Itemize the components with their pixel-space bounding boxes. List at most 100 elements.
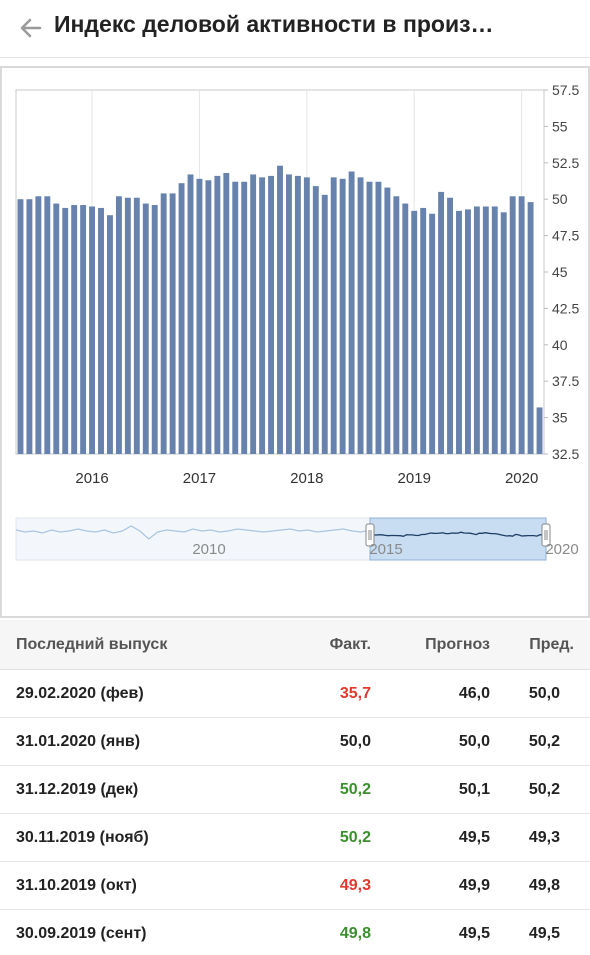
bar (312, 186, 319, 454)
bar (277, 165, 283, 454)
table-row[interactable]: 30.11.2019 (нояб) 50,2 49,5 49,3 (0, 814, 590, 862)
release-date: 31.10.2019 (окт) (16, 877, 137, 894)
table-row[interactable]: 31.10.2019 (окт) 49,3 49,9 49,8 (0, 862, 590, 910)
bar (196, 178, 203, 454)
previous-value: 49,5 (528, 925, 560, 942)
navigator-label: 2020 (545, 541, 578, 558)
bar (491, 206, 498, 454)
bar (178, 183, 185, 454)
forecast-value: 46,0 (458, 685, 490, 702)
bar (62, 207, 69, 454)
actual-value: 50,0 (339, 733, 371, 750)
table-header: Последний выпуск Факт. Прогноз Пред. (0, 620, 590, 670)
forecast-value: 50,1 (458, 781, 490, 798)
actual-value: 49,3 (339, 877, 371, 894)
x-axis-labels: 2016 2017 2018 2019 2020 (75, 470, 538, 487)
bar (98, 207, 104, 454)
previous-value: 50,2 (528, 733, 560, 750)
y-tick-label: 32.5 (552, 446, 579, 462)
actual-value: 49,8 (339, 925, 371, 942)
bar (17, 199, 24, 454)
release-date: 30.09.2019 (сент) (16, 925, 147, 942)
bar (205, 180, 212, 454)
bar (330, 177, 337, 455)
bar (285, 174, 292, 454)
table-row[interactable]: 29.02.2020 (фев) 35,7 46,0 50,0 (0, 670, 590, 718)
y-tick-label: 52.5 (552, 155, 579, 171)
bar (187, 174, 194, 454)
bar (384, 187, 391, 454)
actual-value: 50,2 (339, 781, 371, 798)
header-forecast: Прогноз (425, 636, 490, 653)
bar (142, 203, 149, 454)
bar (124, 197, 131, 454)
x-tick-label: 2017 (183, 470, 216, 487)
bar (393, 196, 400, 454)
page-title: Индекс деловой активности в произ… (54, 11, 494, 37)
bar (375, 181, 382, 454)
table-row[interactable]: 30.09.2019 (сент) 49,8 49,5 49,5 (0, 910, 590, 955)
bar (509, 196, 516, 454)
y-tick-label: 55 (552, 118, 568, 134)
bar (115, 196, 122, 454)
table-row[interactable]: 31.01.2020 (янв) 50,0 50,0 50,2 (0, 718, 590, 766)
bar (357, 177, 364, 455)
forecast-value: 49,5 (458, 829, 490, 846)
previous-value: 50,2 (528, 781, 560, 798)
x-tick-label: 2019 (398, 470, 431, 487)
bar (464, 209, 471, 454)
y-axis-labels: 57.5 55 52.5 50 47.5 45 42.5 40 37.5 35 32.5 (544, 82, 579, 462)
previous-value: 49,3 (528, 829, 560, 846)
navigator-label: 2010 (192, 541, 225, 558)
y-tick-label: 57.5 (552, 82, 579, 98)
bar (268, 175, 275, 454)
bar (518, 196, 525, 454)
x-tick-label: 2020 (505, 470, 538, 487)
bar (160, 193, 167, 454)
header-actual: Факт. (329, 636, 371, 653)
y-tick-label: 42.5 (552, 300, 579, 316)
y-tick-label: 40 (552, 337, 568, 353)
bar (402, 203, 409, 454)
bar (26, 199, 33, 454)
bar (35, 196, 42, 454)
bar (527, 202, 534, 454)
bar (259, 177, 266, 455)
release-date: 29.02.2020 (фев) (16, 685, 144, 702)
bar (411, 210, 418, 454)
range-navigator[interactable]: 2010 2015 2020 (15, 517, 579, 561)
arrow-left-icon (20, 18, 42, 38)
bar (456, 210, 462, 454)
actual-value: 35,7 (339, 685, 371, 702)
y-tick-label: 47.5 (552, 228, 579, 244)
y-tick-label: 50 (552, 191, 568, 207)
bar (80, 205, 87, 454)
bar (214, 175, 221, 454)
bar (473, 206, 480, 454)
forecast-value: 50,0 (458, 733, 490, 750)
bar (420, 207, 427, 454)
previous-value: 49,8 (528, 877, 560, 894)
navigator-label: 2015 (369, 541, 402, 558)
x-tick-label: 2018 (290, 470, 323, 487)
header-previous: Пред. (529, 636, 574, 653)
table-row[interactable]: 31.12.2019 (дек) 50,2 50,1 50,2 (0, 766, 590, 814)
app-bar: Индекс деловой активности в произ… (0, 0, 590, 58)
bar (321, 194, 328, 454)
bar (303, 177, 310, 455)
bar (151, 205, 158, 454)
back-button[interactable] (16, 13, 46, 43)
bar (241, 181, 248, 454)
bar (348, 171, 355, 454)
release-date: 31.01.2020 (янв) (16, 733, 141, 750)
bar (89, 206, 96, 454)
forecast-value: 49,9 (458, 877, 490, 894)
header-date: Последний выпуск (16, 636, 168, 653)
bar (482, 206, 489, 454)
bar (438, 191, 445, 455)
bar (250, 174, 257, 454)
chart-svg[interactable]: 57.55552.55047.54542.54037.53532.5 2016 2… (2, 68, 588, 616)
bar (500, 212, 507, 454)
y-tick-label: 35 (552, 410, 568, 426)
release-date: 30.11.2019 (нояб) (16, 829, 149, 846)
